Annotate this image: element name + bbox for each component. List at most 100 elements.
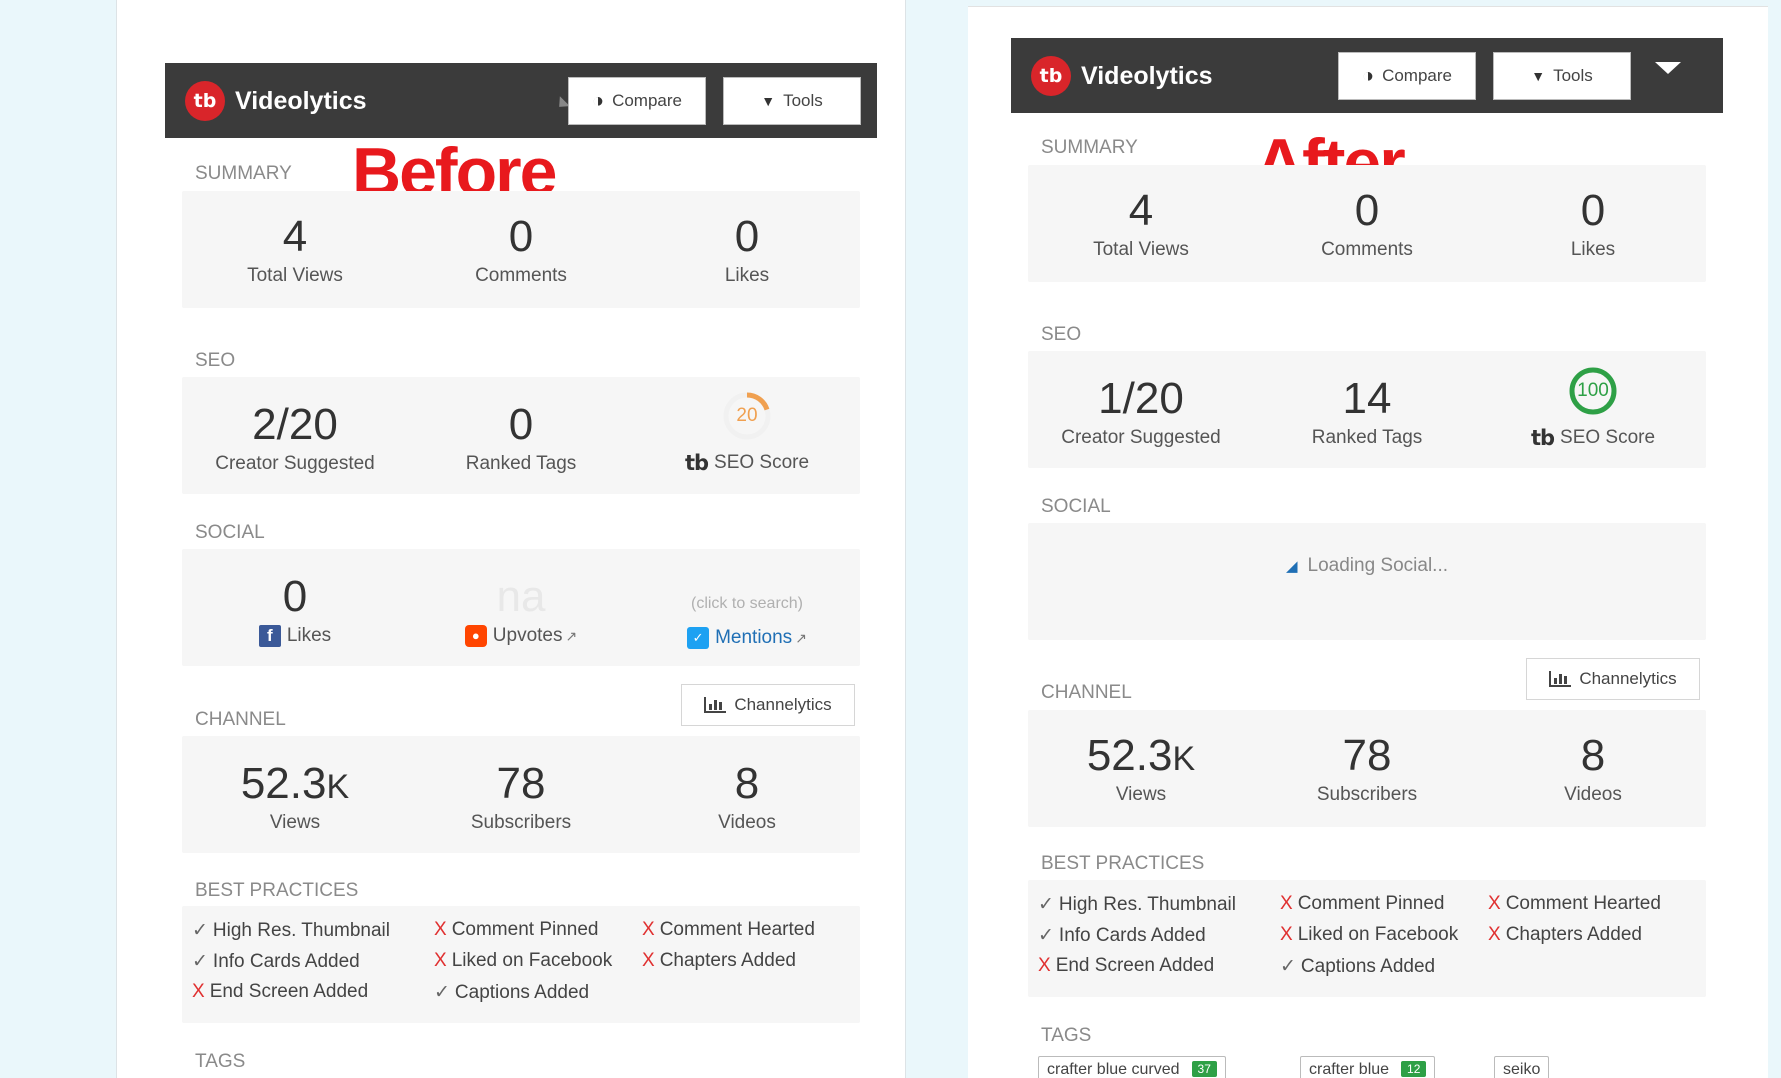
- brand-name: Videolytics: [235, 86, 367, 115]
- seo-title: SEO: [195, 350, 236, 371]
- stat-label: Creator Suggested: [1061, 427, 1221, 448]
- best-practice-item: ✓ Captions Added: [434, 981, 589, 1004]
- practice-text: End Screen Added: [1055, 955, 1215, 976]
- channelytics-label: Channelytics: [1579, 669, 1677, 688]
- practice-text: Comment Pinned: [1297, 893, 1445, 914]
- channel-box: 52.3K Views 78 Subscribers 8 Videos: [1028, 710, 1706, 827]
- stat-label: Subscribers: [1316, 784, 1418, 805]
- stat-value: 78: [1342, 731, 1392, 780]
- stat-value: 4: [1128, 186, 1154, 235]
- practice-text: Captions Added: [454, 982, 590, 1003]
- stat-label: SEO Score: [1560, 427, 1656, 448]
- tag-chip[interactable]: seiko: [1494, 1056, 1550, 1078]
- stat-value: 2/20: [252, 400, 338, 449]
- summary-title: SUMMARY: [1041, 137, 1138, 158]
- channel-videos-stat: 8 Videos: [634, 762, 860, 834]
- tags-title: TAGS: [1041, 1025, 1092, 1046]
- stat-value: 14: [1342, 374, 1392, 423]
- seo-score-stat[interactable]: 100 tb SEO Score: [1480, 364, 1706, 450]
- stat-value: 8: [1580, 731, 1606, 780]
- channelytics-button[interactable]: Channelytics: [1526, 658, 1700, 700]
- compare-label: Compare: [612, 91, 682, 110]
- practice-mark: X: [1280, 893, 1293, 914]
- practice-text: End Screen Added: [209, 981, 369, 1002]
- comments-stat: 0 Comments: [1254, 189, 1480, 261]
- click-to-search-hint: (click to search): [690, 595, 804, 612]
- total-views-stat: 4 Total Views: [1028, 189, 1254, 261]
- caret-down-icon: ▼: [1531, 68, 1546, 84]
- practice-mark: ✓: [192, 951, 208, 972]
- tools-label: Tools: [1553, 66, 1593, 85]
- mentions-link[interactable]: Mentions: [715, 627, 792, 649]
- stat-value: 0: [1354, 186, 1380, 235]
- compare-button[interactable]: ◑ Compare: [1338, 52, 1476, 100]
- practice-mark: ✓: [1038, 894, 1054, 915]
- tubebuddy-mark-icon: tb: [684, 451, 709, 475]
- summary-box: 4 Total Views 0 Comments 0 Likes: [182, 191, 860, 308]
- views-unit: K: [326, 768, 350, 806]
- best-practice-item: X Chapters Added: [1488, 924, 1642, 946]
- stat-label: Likes: [1570, 239, 1616, 260]
- stat-label: Likes: [286, 625, 332, 646]
- contrast-icon: ◑: [591, 89, 605, 112]
- bar-chart-icon: [1549, 671, 1572, 687]
- contrast-icon: ◑: [1361, 64, 1375, 87]
- practice-mark: X: [1038, 955, 1051, 976]
- caret-down-icon: ▼: [761, 93, 776, 109]
- brand: tb Videolytics: [185, 81, 367, 121]
- seo-box: 2/20 Creator Suggested 0 Ranked Tags 20 …: [182, 377, 860, 494]
- before-panel: tb Videolytics ◑ Compare ▼ Tools Before …: [165, 63, 877, 1072]
- facebook-likes-stat[interactable]: 0 f Likes: [182, 575, 408, 647]
- practice-text: Chapters Added: [659, 950, 796, 971]
- collapse-caret-icon[interactable]: [1655, 62, 1681, 74]
- channel-title: CHANNEL: [1041, 682, 1132, 703]
- views-number: 52.3: [1086, 731, 1173, 780]
- likes-stat: 0 Likes: [634, 215, 860, 287]
- best-practice-item: X Comment Hearted: [1488, 893, 1661, 915]
- stat-value: 0: [1580, 186, 1606, 235]
- facebook-likes-label-row: f Likes: [182, 625, 408, 647]
- tools-button[interactable]: ▼ Tools: [723, 77, 861, 125]
- tag-count-badge: 12: [1401, 1061, 1427, 1077]
- stat-label: Videos: [1564, 784, 1622, 805]
- stat-value: 0: [508, 400, 534, 449]
- seo-score-value: 100: [1577, 380, 1609, 401]
- stat-label: Upvotes: [492, 625, 563, 646]
- best-practices-box: ✓ High Res. Thumbnail ✓ Info Cards Added X…: [182, 906, 860, 1023]
- seo-box: 1/20 Creator Suggested 14 Ranked Tags 10…: [1028, 351, 1706, 468]
- seo-score-stat[interactable]: 20 tb SEO Score: [634, 389, 860, 475]
- channel-subscribers-stat: 78 Subscribers: [1254, 734, 1480, 806]
- brand-name: Videolytics: [1081, 61, 1213, 90]
- practice-text: Comment Hearted: [1505, 893, 1661, 914]
- creator-suggested-stat: 1/20 Creator Suggested: [1028, 377, 1254, 449]
- tag-text: crafter blue curved: [1047, 1061, 1180, 1078]
- channelytics-button[interactable]: Channelytics: [681, 684, 855, 726]
- practice-mark: ✓: [1280, 956, 1296, 977]
- stat-label: Likes: [724, 265, 770, 286]
- social-box: ◢ Loading Social...: [1028, 523, 1706, 640]
- reddit-upvotes-label-row: ● Upvotes ↗: [408, 625, 634, 647]
- tag-chip[interactable]: crafter blue 12: [1300, 1056, 1436, 1078]
- channel-views-stat: 52.3K Views: [182, 762, 408, 834]
- stat-label: Comments: [475, 265, 567, 286]
- loading-text: Loading Social...: [1307, 555, 1449, 576]
- after-panel: tb Videolytics ◑ Compare ▼ Tools After S…: [1011, 38, 1723, 1078]
- stat-label: Views: [1115, 784, 1167, 805]
- tag-chip[interactable]: crafter blue curved 37: [1038, 1056, 1226, 1078]
- tubebuddy-logo-icon: tb: [1031, 56, 1071, 96]
- best-practices-box: ✓ High Res. Thumbnail ✓ Info Cards Added X…: [1028, 880, 1706, 997]
- stat-value: 0: [508, 212, 534, 261]
- views-unit: K: [1172, 740, 1196, 778]
- reddit-upvotes-stat[interactable]: na ● Upvotes ↗: [408, 575, 634, 647]
- tools-button[interactable]: ▼ Tools: [1493, 52, 1631, 100]
- compare-button[interactable]: ◑ Compare: [568, 77, 706, 125]
- best-practice-item: X Chapters Added: [642, 950, 796, 972]
- seo-score-value: 20: [736, 405, 758, 426]
- tubebuddy-logo-icon: tb: [185, 81, 225, 121]
- seo-score-ring: 20: [720, 389, 774, 443]
- seo-score-label-row: tb SEO Score: [634, 451, 860, 475]
- twitter-mentions-stat[interactable]: (click to search) ✓ Mentions ↗: [634, 595, 860, 649]
- practice-mark: X: [434, 950, 447, 971]
- creator-suggested-stat: 2/20 Creator Suggested: [182, 403, 408, 475]
- stat-label: Ranked Tags: [465, 453, 577, 474]
